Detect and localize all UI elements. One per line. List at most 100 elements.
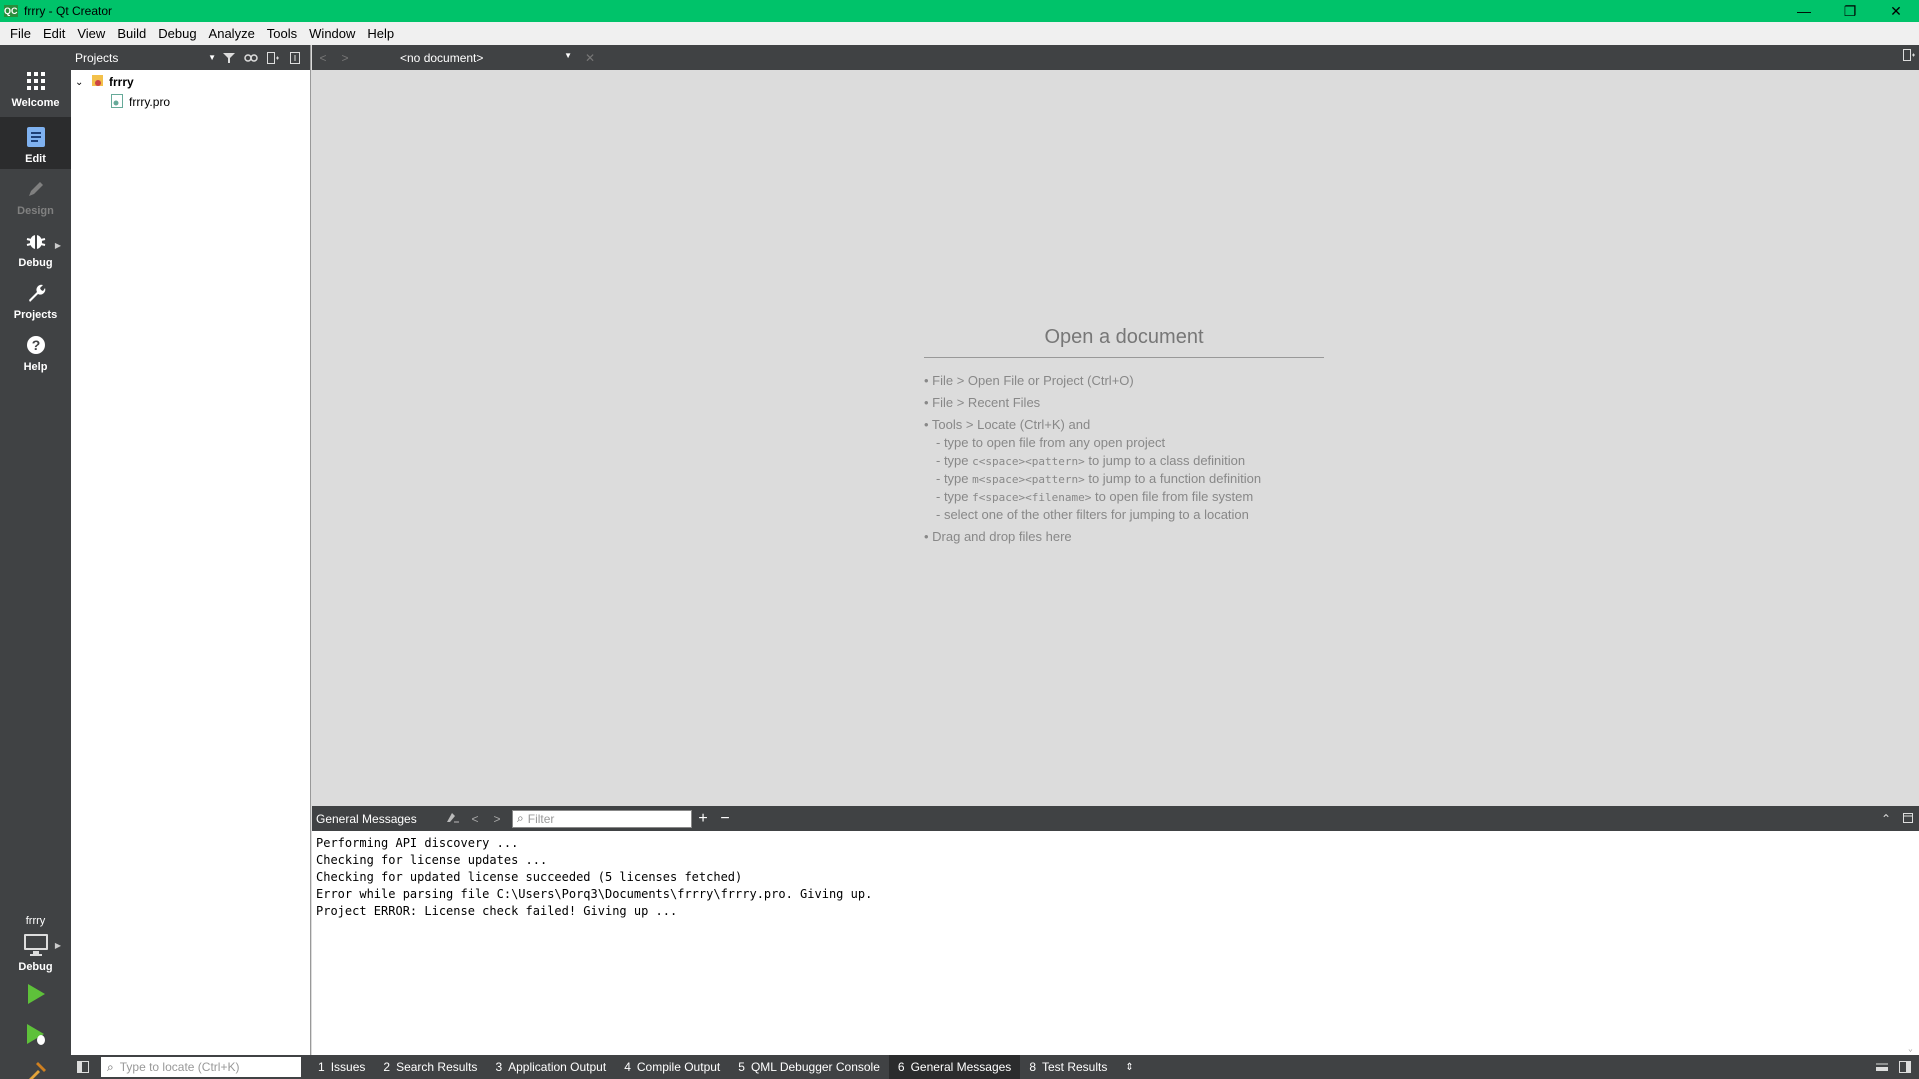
file-name: frrry.pro bbox=[129, 95, 171, 109]
go-back-icon[interactable]: < bbox=[312, 51, 334, 65]
tab-qml-debugger-console[interactable]: 5 QML Debugger Console bbox=[729, 1055, 889, 1079]
hint-filesystem: - type f<space><filename> to open file f… bbox=[936, 489, 1254, 504]
output-scrollbar[interactable]: ⌄ bbox=[1905, 831, 1919, 1055]
editor-toolbar: < > <no document> ▼ ✕ bbox=[312, 45, 1919, 70]
kit-build-mode: Debug bbox=[18, 961, 53, 973]
hint-other-filters: - select one of the other filters for ju… bbox=[936, 507, 1249, 522]
progress-details-icon[interactable] bbox=[1875, 1061, 1889, 1076]
previous-item-icon[interactable]: < bbox=[464, 812, 486, 826]
mode-help[interactable]: ? Help bbox=[0, 325, 71, 377]
close-pane-icon[interactable] bbox=[1897, 812, 1919, 826]
project-icon bbox=[91, 74, 109, 91]
chevron-down-icon: ▼ bbox=[564, 50, 572, 60]
help-icon: ? bbox=[24, 333, 48, 357]
hint-open-file: • File > Open File or Project (Ctrl+O) bbox=[924, 373, 1134, 388]
tab-application-output[interactable]: 3 Application Output bbox=[486, 1055, 615, 1079]
status-bar: ⌕ Type to locate (Ctrl+K) 1 Issues 2 Searc… bbox=[71, 1055, 1919, 1079]
mode-label: Debug bbox=[18, 257, 53, 269]
kit-selector[interactable]: frrry ▶ Debug bbox=[0, 915, 71, 973]
clear-output-icon[interactable] bbox=[442, 811, 464, 826]
output-line: Checking for license updates ... bbox=[316, 853, 548, 867]
wrench-icon bbox=[24, 281, 48, 305]
minimize-button[interactable]: — bbox=[1781, 0, 1827, 22]
mode-label: Design bbox=[17, 205, 54, 217]
menu-analyze[interactable]: Analyze bbox=[203, 26, 261, 41]
output-filter-input[interactable]: ⌕ Filter bbox=[512, 809, 692, 828]
more-tabs-icon[interactable]: ⇕ bbox=[1116, 1055, 1142, 1079]
menu-file[interactable]: File bbox=[4, 26, 37, 41]
maximize-button[interactable]: ❐ bbox=[1827, 0, 1873, 22]
bug-icon bbox=[24, 229, 48, 253]
locator-input[interactable]: ⌕ Type to locate (Ctrl+K) bbox=[101, 1057, 301, 1077]
menu-tools[interactable]: Tools bbox=[261, 26, 303, 41]
split-editor-icon[interactable] bbox=[1903, 49, 1915, 64]
close-sidebar-icon[interactable] bbox=[284, 48, 306, 68]
build-button[interactable] bbox=[0, 1055, 71, 1079]
monitor-icon: ▶ bbox=[0, 933, 71, 957]
tab-general-messages[interactable]: 6 General Messages bbox=[888, 1055, 1021, 1079]
hint-recent-files: • File > Recent Files bbox=[924, 395, 1041, 410]
mode-label: Help bbox=[23, 361, 48, 373]
go-forward-icon[interactable]: > bbox=[334, 51, 356, 65]
split-icon[interactable] bbox=[262, 48, 284, 68]
increase-font-icon[interactable]: + bbox=[692, 810, 714, 828]
chevron-down-icon: ▼ bbox=[208, 53, 216, 62]
mode-selector: Welcome Edit Design ▶ Debug Projects ? H… bbox=[0, 45, 71, 1079]
sidebar-view-label: Projects bbox=[75, 50, 119, 65]
kit-project-name: frrry bbox=[25, 915, 46, 927]
start-debugging-button[interactable] bbox=[0, 1017, 71, 1055]
tab-test-results[interactable]: 8 Test Results bbox=[1020, 1055, 1116, 1079]
output-pane-toolbar: General Messages < > ⌕ Filter + − ⌃ bbox=[312, 806, 1919, 831]
sidebar-toolbar: Projects ▼ bbox=[71, 45, 310, 70]
tab-issues[interactable]: 1 Issues bbox=[309, 1055, 374, 1079]
hint-function: - type m<space><pattern> to jump to a fu… bbox=[936, 471, 1262, 486]
chevron-right-icon: ▶ bbox=[54, 241, 61, 250]
tab-search-results[interactable]: 2 Search Results bbox=[374, 1055, 486, 1079]
svg-text:?: ? bbox=[31, 337, 40, 353]
mode-label: Welcome bbox=[11, 97, 60, 109]
run-button[interactable] bbox=[0, 977, 71, 1015]
tab-compile-output[interactable]: 4 Compile Output bbox=[615, 1055, 729, 1079]
search-icon: ⌕ bbox=[107, 1059, 114, 1074]
close-window-button[interactable]: ✕ bbox=[1873, 0, 1919, 22]
debug-run-icon bbox=[24, 1022, 48, 1051]
output-pane-title: General Messages bbox=[316, 811, 417, 826]
filter-icon[interactable] bbox=[218, 48, 240, 68]
mode-design[interactable]: Design bbox=[0, 169, 71, 221]
editor-area: Open a document • File > Open File or Pr… bbox=[312, 70, 1919, 806]
decrease-font-icon[interactable]: − bbox=[714, 810, 736, 828]
menu-view[interactable]: View bbox=[71, 26, 111, 41]
mode-projects[interactable]: Projects bbox=[0, 273, 71, 325]
menu-edit[interactable]: Edit bbox=[37, 26, 71, 41]
menu-bar: File Edit View Build Debug Analyze Tools… bbox=[0, 22, 1919, 45]
mode-edit[interactable]: Edit bbox=[0, 117, 71, 169]
run-icon bbox=[25, 982, 47, 1011]
projects-sidebar: Projects ▼ ⌄ frrry frrry.pro bbox=[71, 45, 311, 1055]
mode-label: Projects bbox=[13, 309, 58, 321]
menu-build[interactable]: Build bbox=[111, 26, 152, 41]
tree-project-row[interactable]: ⌄ frrry bbox=[71, 72, 310, 92]
window-titlebar: QC frrry - Qt Creator — ❐ ✕ bbox=[0, 0, 1919, 22]
sidebar-view-combo[interactable]: Projects ▼ bbox=[73, 51, 218, 65]
general-messages-output[interactable]: Performing API discovery ... Checking fo… bbox=[312, 831, 1919, 1055]
chevron-down-icon[interactable]: ⌄ bbox=[75, 77, 91, 88]
open-documents-combo[interactable]: <no document> ▼ bbox=[396, 51, 576, 65]
next-item-icon[interactable]: > bbox=[486, 812, 508, 826]
hint-class: - type c<space><pattern> to jump to a cl… bbox=[936, 453, 1246, 468]
mode-welcome[interactable]: Welcome bbox=[0, 61, 71, 113]
menu-help[interactable]: Help bbox=[361, 26, 400, 41]
toggle-right-sidebar-icon[interactable] bbox=[1899, 1061, 1911, 1076]
link-icon[interactable] bbox=[240, 48, 262, 68]
maximize-pane-icon[interactable]: ⌃ bbox=[1875, 812, 1897, 826]
tree-file-row[interactable]: frrry.pro bbox=[71, 92, 310, 112]
edit-document-icon bbox=[24, 125, 48, 149]
menu-window[interactable]: Window bbox=[303, 26, 361, 41]
toggle-sidebar-icon[interactable] bbox=[77, 1061, 89, 1076]
mode-debug[interactable]: ▶ Debug bbox=[0, 221, 71, 273]
menu-debug[interactable]: Debug bbox=[152, 26, 202, 41]
close-document-icon[interactable]: ✕ bbox=[580, 51, 600, 65]
hint-type-open: - type to open file from any open projec… bbox=[936, 435, 1166, 450]
filter-placeholder: Filter bbox=[527, 811, 555, 826]
output-line: Performing API discovery ... bbox=[316, 836, 519, 850]
current-document-label: <no document> bbox=[400, 50, 484, 65]
